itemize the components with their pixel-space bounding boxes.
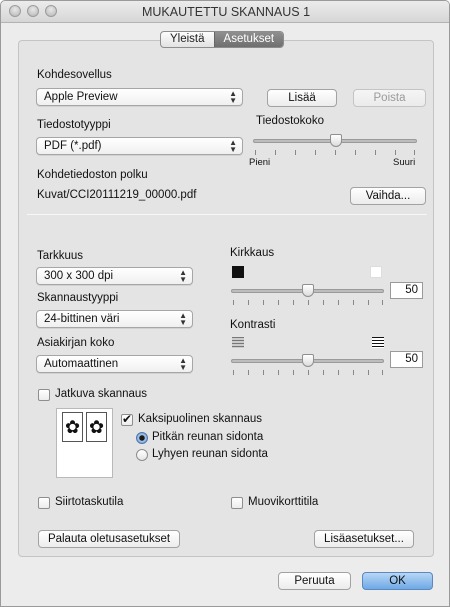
- duplex-scan-label: Kaksipuolinen skannaus: [138, 413, 263, 425]
- continuous-scan-checkbox[interactable]: [38, 389, 50, 401]
- brightness-ticks: [233, 300, 383, 305]
- long-edge-radio[interactable]: [136, 432, 148, 444]
- plastic-card-checkbox[interactable]: [231, 497, 243, 509]
- file-type-value: PDF (*.pdf): [44, 140, 102, 152]
- target-app-label: Kohdesovellus: [37, 69, 112, 81]
- doc-size-value: Automaattinen: [44, 358, 119, 370]
- tab-control: Yleistä Asetukset: [160, 31, 285, 48]
- page-back-icon: ✿: [86, 412, 107, 442]
- more-settings-button[interactable]: Lisäasetukset...: [314, 530, 414, 548]
- doc-size-label: Asiakirjan koko: [37, 337, 115, 349]
- updown-arrow-icon: ▲ ▼: [229, 138, 237, 154]
- window-title: MUKAUTETTU SKANNAUS 1: [141, 5, 311, 19]
- updown-arrow-icon: ▲ ▼: [179, 268, 187, 284]
- file-type-label: Tiedostotyyppi: [37, 119, 111, 131]
- brightness-value-field[interactable]: 50: [390, 282, 423, 299]
- target-app-select[interactable]: Apple Preview ▲ ▼: [36, 88, 243, 106]
- contrast-ticks: [233, 370, 383, 375]
- section-divider: [27, 214, 427, 215]
- change-path-button[interactable]: Vaihda...: [350, 187, 426, 205]
- target-path-label: Kohdetiedoston polku: [37, 169, 148, 181]
- scan-type-value: 24-bittinen väri: [44, 313, 120, 325]
- remove-app-button[interactable]: Poista: [353, 89, 426, 107]
- updown-arrow-icon: ▲ ▼: [229, 89, 237, 105]
- contrast-value-field[interactable]: 50: [390, 351, 423, 368]
- dark-brightness-icon: [232, 266, 244, 278]
- file-size-max-label: Suuri: [393, 157, 416, 168]
- resolution-select[interactable]: 300 x 300 dpi ▲ ▼: [36, 267, 193, 285]
- contrast-slider-knob[interactable]: [302, 354, 314, 367]
- file-type-select[interactable]: PDF (*.pdf) ▲ ▼: [36, 137, 243, 155]
- resolution-label: Tarkkuus: [37, 250, 84, 262]
- low-contrast-icon: [232, 337, 244, 348]
- contrast-label: Kontrasti: [230, 319, 276, 331]
- add-app-button[interactable]: Lisää: [267, 89, 337, 107]
- doc-size-select[interactable]: Automaattinen ▲ ▼: [36, 355, 193, 373]
- target-app-value: Apple Preview: [44, 91, 118, 103]
- scan-type-select[interactable]: 24-bittinen väri ▲ ▼: [36, 310, 193, 328]
- brightness-slider-knob[interactable]: [302, 284, 314, 297]
- file-size-slider-knob[interactable]: [330, 134, 342, 147]
- resolution-value: 300 x 300 dpi: [44, 270, 114, 282]
- short-edge-radio[interactable]: [136, 449, 148, 461]
- settings-panel: Kohdesovellus Apple Preview ▲ ▼ Lisää Poi…: [18, 40, 434, 557]
- cancel-button[interactable]: Peruuta: [278, 572, 351, 590]
- tab-general[interactable]: Yleistä: [161, 32, 214, 47]
- tab-settings[interactable]: Asetukset: [213, 32, 284, 47]
- target-path-value: Kuvat/CCI20111219_00000.pdf: [37, 189, 197, 201]
- duplex-preview-image: ✿ ✿: [56, 408, 113, 478]
- carrier-sheet-checkbox[interactable]: [38, 497, 50, 509]
- reset-defaults-button[interactable]: Palauta oletusasetukset: [38, 530, 180, 548]
- short-edge-label: Lyhyen reunan sidonta: [152, 448, 268, 460]
- updown-arrow-icon: ▲ ▼: [179, 311, 187, 327]
- carrier-sheet-label: Siirtotaskutila: [55, 496, 124, 508]
- updown-arrow-icon: ▲ ▼: [179, 356, 187, 372]
- long-edge-label: Pitkän reunan sidonta: [152, 431, 264, 443]
- continuous-scan-label: Jatkuva skannaus: [55, 388, 148, 400]
- light-brightness-icon: [370, 266, 382, 278]
- scan-settings-window: MUKAUTETTU SKANNAUS 1 Yleistä Asetukset …: [0, 0, 450, 607]
- plastic-card-label: Muovikorttitila: [248, 496, 319, 508]
- title-bar: MUKAUTETTU SKANNAUS 1: [1, 1, 449, 23]
- brightness-label: Kirkkaus: [230, 247, 275, 259]
- file-size-label: Tiedostokoko: [256, 115, 324, 127]
- duplex-scan-checkbox[interactable]: [121, 412, 133, 426]
- ok-button[interactable]: OK: [362, 572, 433, 590]
- scan-type-label: Skannaustyyppi: [37, 292, 119, 304]
- high-contrast-icon: [372, 337, 384, 348]
- page-front-icon: ✿: [62, 412, 83, 442]
- file-size-ticks: [255, 150, 415, 155]
- file-size-min-label: Pieni: [249, 157, 271, 168]
